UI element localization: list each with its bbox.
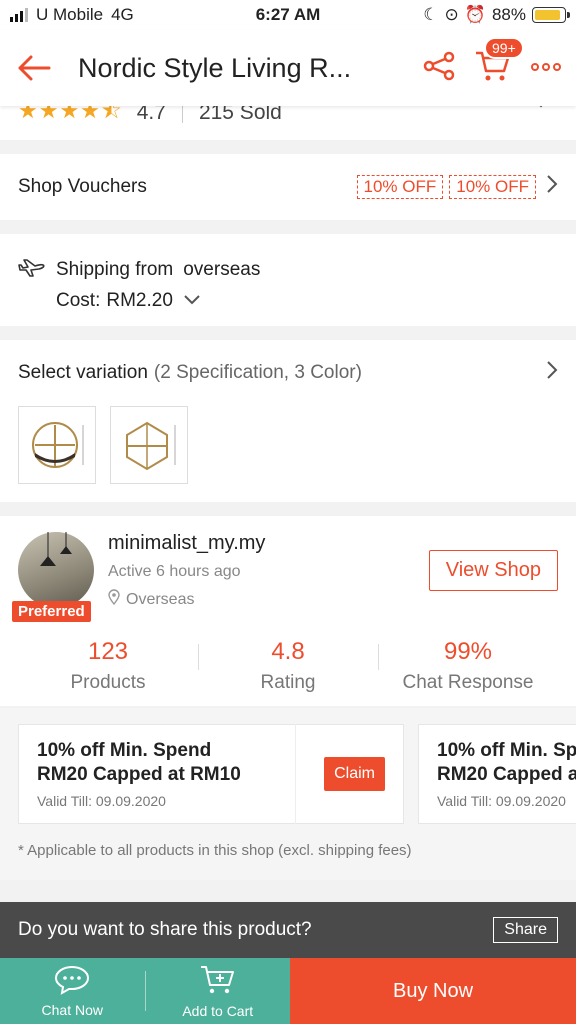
coupon-divider <box>295 724 297 824</box>
share-icon[interactable] <box>422 51 456 86</box>
shop-stats: 123 Products 4.8 Rating 99% Chat Respons… <box>18 638 558 694</box>
coupon-line1: 10% off Min. Spend <box>437 740 576 761</box>
coupon-carousel: 10% off Min. Spend RM20 Capped at RM10 V… <box>0 708 576 880</box>
moon-icon: ☾ <box>423 5 439 24</box>
status-bar: U Mobile 4G 6:27 AM ☾ ⊙ ⏰ 88% <box>0 0 576 30</box>
coupon-note: * Applicable to all products in this sho… <box>18 842 412 859</box>
shipping-cost-label: Cost: <box>56 290 101 311</box>
cart-count-badge: 99+ <box>484 36 524 59</box>
stat-label: Chat Response <box>402 672 534 693</box>
variation-thumb-round-shelf[interactable] <box>18 406 96 484</box>
variation-label: Select variation <box>18 362 148 383</box>
bottom-left-actions: Chat Now Add to Cart <box>0 958 290 1024</box>
stat-products: 123 Products <box>18 638 198 694</box>
view-shop-button[interactable]: View Shop <box>428 550 558 591</box>
shipping-from-row: Shipping from overseas <box>18 256 558 284</box>
signal-icon <box>10 8 28 22</box>
coupon-text: 10% off Min. Spend RM20 Capped at RM10 V… <box>437 739 576 809</box>
stat-label: Rating <box>260 672 316 693</box>
stat-chat-response: 99% Chat Response <box>378 638 558 694</box>
coupon-list[interactable]: 10% off Min. Spend RM20 Capped at RM10 V… <box>18 724 576 824</box>
page-title: Nordic Style Living R... <box>78 52 352 83</box>
add-to-cart-label: Add to Cart <box>182 1002 254 1019</box>
stat-label: Products <box>70 672 146 693</box>
vouchers-label: Shop Vouchers <box>18 176 147 197</box>
voucher-tags: 10% OFF 10% OFF <box>356 175 536 199</box>
shop-location: Overseas <box>108 589 265 610</box>
shop-avatar[interactable]: Preferred <box>12 532 94 622</box>
coupon-card: 10% off Min. Spend RM20 Capped at RM10 V… <box>18 724 404 824</box>
voucher-tag: 10% OFF <box>449 175 536 199</box>
shipping-from-label: Shipping from <box>56 259 174 280</box>
top-app-bar: Nordic Style Living R... 99+ <box>0 30 576 106</box>
shop-info: minimalist_my.my Active 6 hours ago Over… <box>108 532 265 610</box>
shipping-section: Shipping from overseas Cost: RM2.20 <box>0 234 576 326</box>
coupon-valid: Valid Till: 09.09.2020 <box>437 793 566 809</box>
shipping-cost-value: RM2.20 <box>106 290 173 311</box>
carrier-name: U Mobile <box>36 5 104 24</box>
chevron-right-icon <box>546 360 558 386</box>
claim-button[interactable]: Claim <box>324 757 385 791</box>
coupon-line1: 10% off Min. Spend <box>37 740 212 761</box>
stat-rating: 4.8 Rating <box>198 638 378 694</box>
header-actions: 99+ <box>422 36 562 88</box>
rating-divider <box>181 103 183 123</box>
coupon-line2: RM20 Capped at RM10 <box>37 764 241 785</box>
shop-section: Preferred minimalist_my.my Active 6 hour… <box>0 516 576 706</box>
chevron-right-icon <box>546 174 558 200</box>
more-icon[interactable] <box>530 59 562 77</box>
share-prompt-bar: Do you want to share this product? Share <box>0 902 576 958</box>
add-to-cart-button[interactable]: Add to Cart <box>146 964 291 1019</box>
status-left: U Mobile 4G <box>10 5 423 25</box>
stat-value: 4.8 <box>271 638 305 665</box>
coupon-text: 10% off Min. Spend RM20 Capped at RM10 V… <box>37 739 295 809</box>
variation-thumbnails <box>18 406 558 484</box>
stat-value: 99% <box>443 638 493 665</box>
alarm-icon: ⏰ <box>464 5 486 24</box>
variation-section: Select variation (2 Specification, 3 Col… <box>0 340 576 502</box>
status-right: ☾ ⊙ ⏰ 88% <box>423 5 570 25</box>
chat-now-label: Chat Now <box>41 1001 103 1018</box>
chat-now-button[interactable]: Chat Now <box>0 965 145 1018</box>
coupon-card: 10% off Min. Spend RM20 Capped at RM10 V… <box>418 724 576 824</box>
share-button[interactable]: Share <box>493 917 558 943</box>
shop-header: Preferred minimalist_my.my Active 6 hour… <box>12 532 558 622</box>
add-cart-icon <box>199 964 237 999</box>
bottom-action-bar: Chat Now Add to Cart Buy Now <box>0 958 576 1024</box>
stat-value: 123 <box>87 638 129 665</box>
rotation-lock-icon: ⊙ <box>444 5 459 24</box>
cart-icon[interactable]: 99+ <box>474 36 524 88</box>
voucher-tag: 10% OFF <box>356 175 444 199</box>
arrow-left-icon[interactable] <box>14 48 54 88</box>
variation-thumb-hexagon-shelf[interactable] <box>110 406 188 484</box>
shipping-from-value: overseas <box>183 259 261 280</box>
airplane-icon <box>18 256 46 284</box>
coupon-valid: Valid Till: 09.09.2020 <box>37 793 166 809</box>
chat-icon <box>54 965 90 998</box>
shop-vouchers-row[interactable]: Shop Vouchers 10% OFF 10% OFF <box>0 154 576 220</box>
battery-percent: 88% <box>491 5 526 24</box>
share-prompt-text: Do you want to share this product? <box>18 919 312 940</box>
shipping-cost-row[interactable]: Cost: RM2.20 <box>56 290 558 312</box>
location-pin-icon <box>108 589 120 610</box>
chevron-down-icon[interactable] <box>183 290 201 312</box>
battery-icon <box>532 7 570 23</box>
coupon-line2: RM20 Capped at RM10 <box>437 764 576 785</box>
preferred-badge: Preferred <box>12 601 91 622</box>
network-type: 4G <box>111 5 134 24</box>
variation-header[interactable]: Select variation (2 Specification, 3 Col… <box>18 360 558 386</box>
shop-active-status: Active 6 hours ago <box>108 563 241 580</box>
variation-detail: (2 Specification, 3 Color) <box>153 362 362 383</box>
buy-now-button[interactable]: Buy Now <box>290 958 576 1024</box>
shop-name[interactable]: minimalist_my.my <box>108 532 265 555</box>
shop-location-text: Overseas <box>126 590 195 608</box>
